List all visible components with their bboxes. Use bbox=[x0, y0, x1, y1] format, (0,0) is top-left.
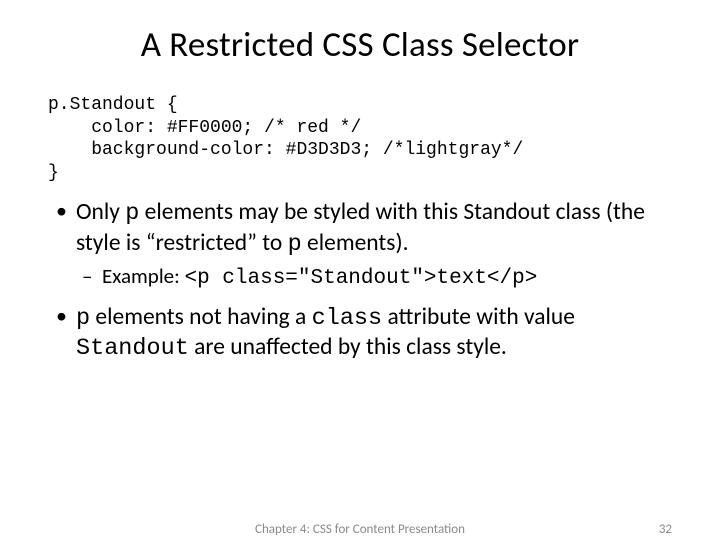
sub-bullet-list: Example: <p class="Standout">text</p> bbox=[76, 263, 672, 292]
sub-bullet-1: Example: <p class="Standout">text</p> bbox=[76, 263, 672, 292]
bullet-2-text-1: elements not having a bbox=[90, 303, 312, 331]
bullet-2-code-3: Standout bbox=[76, 335, 189, 362]
code-line-2: color: #FF0000; /* red */ bbox=[48, 118, 361, 138]
css-code-block: p.Standout { color: #FF0000; /* red */ b… bbox=[48, 94, 672, 184]
bullet-2-code-2: class bbox=[312, 305, 383, 332]
footer-page-number: 32 bbox=[659, 522, 672, 537]
bullet-2-text-2: attribute with value bbox=[382, 303, 575, 331]
bullet-2-code-1: p bbox=[76, 305, 90, 332]
bullet-1-code-2: p bbox=[288, 231, 302, 258]
bullet-1-text-1: Only bbox=[76, 198, 125, 226]
bullet-2-text-3: are unaffected by this class style. bbox=[189, 333, 507, 361]
bullet-1-code-1: p bbox=[125, 200, 139, 227]
slide-title: A Restricted CSS Class Selector bbox=[48, 24, 672, 66]
bullet-1: Only p elements may be styled with this … bbox=[48, 198, 672, 293]
sub-bullet-1-text: Example: bbox=[102, 263, 184, 289]
bullet-1-text-3: elements). bbox=[302, 229, 409, 257]
sub-bullet-1-code: <p class="Standout">text</p> bbox=[184, 267, 537, 290]
code-line-3: background-color: #D3D3D3; /*lightgray*/ bbox=[48, 140, 523, 160]
bullet-2: p elements not having a class attribute … bbox=[48, 303, 672, 364]
code-line-1: p.Standout { bbox=[48, 95, 178, 115]
code-line-4: } bbox=[48, 163, 59, 183]
bullet-list: Only p elements may be styled with this … bbox=[48, 198, 672, 364]
footer-chapter: Chapter 4: CSS for Content Presentation bbox=[255, 522, 465, 537]
